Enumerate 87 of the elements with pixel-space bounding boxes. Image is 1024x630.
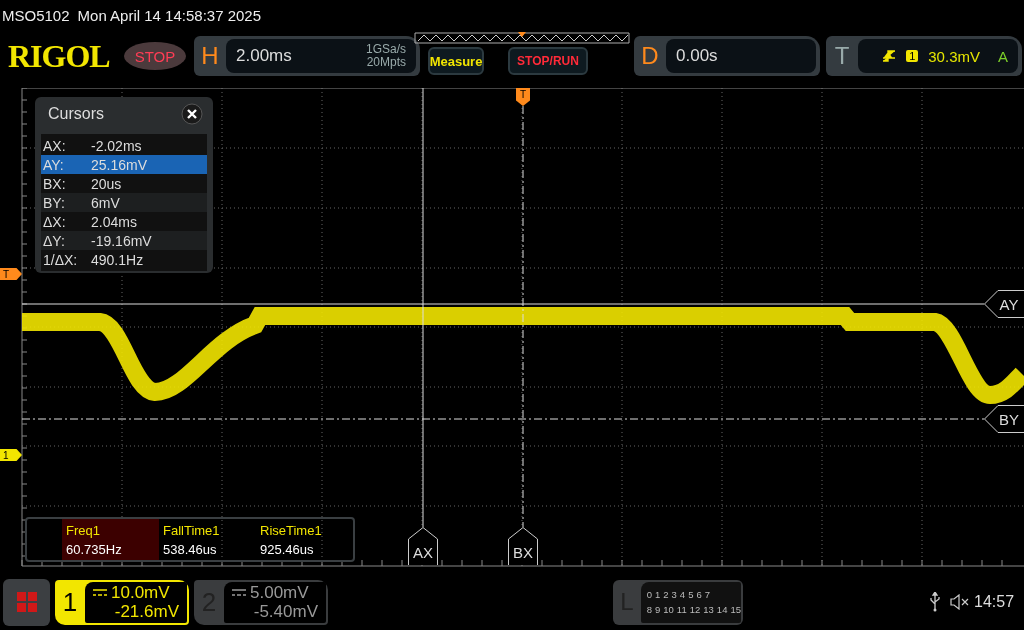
horizontal-panel[interactable]: H 2.00ms 1GSa/s 20Mpts <box>194 36 420 76</box>
measurement-value: 925.46us <box>260 541 315 557</box>
digital-channel-number: 6 <box>696 589 702 600</box>
cursor-reading-row[interactable]: ΔX: 2.04ms <box>41 212 207 231</box>
channel-panel[interactable]: 1 10.0mV -21.6mV <box>55 579 189 625</box>
cursor-label[interactable]: AY <box>984 290 1024 318</box>
rising-edge-icon <box>882 49 897 63</box>
panel-title: Cursors <box>48 105 104 123</box>
reading-label: BX: <box>43 175 67 192</box>
cursor-reading-row[interactable]: AX: -2.02ms <box>41 136 207 155</box>
menu-icon <box>15 591 38 613</box>
channel-offset: -5.40mV <box>252 602 318 621</box>
cursor-reading-row[interactable]: AY: 25.16mV <box>41 155 207 174</box>
measurement-item[interactable]: RiseTime1 925.46us <box>256 519 353 560</box>
cursor-reading-row[interactable]: BX: 20us <box>41 174 207 193</box>
digital-channel-number: 0 <box>646 589 652 600</box>
digital-channel-number: 3 <box>671 589 677 600</box>
measurement-item[interactable]: Freq1 60.735Hz <box>62 519 159 560</box>
trigger-source: 1 <box>906 50 919 62</box>
measurement-name: Freq1 <box>66 522 101 538</box>
channel-number: 1 <box>61 586 79 618</box>
reading-value: 490.1Hz <box>91 251 144 268</box>
measurement-value: 60.735Hz <box>66 541 123 557</box>
reading-label: ΔX: <box>43 213 67 230</box>
date-time: Mon April 14 14:58:37 2025 <box>77 6 262 24</box>
cursor-reading-row[interactable]: ΔY: -19.16mV <box>41 231 207 250</box>
reading-label: 1/ΔX: <box>43 251 79 268</box>
delay-panel[interactable]: D 0.00s <box>634 36 820 76</box>
trigger-level: 30.3mV <box>928 47 980 65</box>
trigger-position-marker: T <box>516 88 530 106</box>
brand-logo: RIGOL <box>8 37 111 75</box>
stop-run-button[interactable]: STOP/RUN <box>508 47 588 75</box>
trigger-label: T <box>833 42 851 70</box>
trigger-mode: A <box>998 47 1008 65</box>
reading-value: 25.16mV <box>91 156 148 173</box>
model-name: MSO5102 <box>2 6 70 24</box>
cursor-label[interactable]: BX <box>508 527 538 565</box>
reading-value: 6mV <box>91 194 120 211</box>
digital-channel-number: 4 <box>679 589 686 600</box>
dc-coupling-icon <box>232 588 246 597</box>
trigger-panel[interactable]: T 1 30.3mV A <box>826 36 1022 76</box>
reading-value: -19.16mV <box>91 232 152 249</box>
reading-value: -2.02ms <box>91 137 142 154</box>
measurement-value: 538.46us <box>163 541 218 557</box>
dc-coupling-icon <box>93 588 107 597</box>
sample-rate: 1GSa/s <box>365 43 406 56</box>
digital-channel-number: 14 <box>716 604 728 615</box>
measure-button[interactable]: Measure <box>428 47 484 75</box>
trigger-level-marker: T <box>0 268 22 280</box>
cursor-reading-row[interactable]: BY: 6mV <box>41 193 207 212</box>
reading-value: 2.04ms <box>91 213 137 230</box>
reading-value: 20us <box>91 175 122 192</box>
digital-channel-number: 15 <box>730 604 741 615</box>
memory-depth: 20Mpts <box>365 56 406 69</box>
reading-label: AX: <box>43 137 67 154</box>
digital-channel-number: 1 <box>654 589 661 600</box>
clock-time: 14:57 <box>974 593 1015 611</box>
speaker-muted-icon <box>950 594 970 610</box>
cursor-label[interactable]: AX <box>408 527 438 565</box>
channel-offset: -21.6mV <box>113 602 179 621</box>
digital-channel-number: 9 <box>654 604 661 615</box>
reading-label: ΔY: <box>43 232 66 249</box>
digital-channel-number: 10 <box>663 604 674 615</box>
digital-channel-number: 7 <box>704 589 710 600</box>
measurement-item[interactable]: FallTime1 538.46us <box>159 519 256 560</box>
reading-label: AY: <box>43 156 65 173</box>
measurement-name: FallTime1 <box>163 522 221 538</box>
delay-label: D <box>640 42 660 70</box>
digital-channel-number: 8 <box>646 604 652 615</box>
horizontal-label: H <box>200 42 220 70</box>
cursor-reading-row[interactable]: 1/ΔX: 490.1Hz <box>41 250 207 269</box>
menu-button[interactable] <box>3 578 50 626</box>
digital-channel-number: 12 <box>689 604 701 615</box>
channel-marker: 1 <box>0 449 22 461</box>
timebase-value: 2.00ms <box>236 46 292 66</box>
measurement-name: RiseTime1 <box>260 522 323 538</box>
cursor-label[interactable]: BY <box>984 405 1024 433</box>
close-icon[interactable] <box>181 103 203 125</box>
delay-value: 0.00s <box>676 46 718 66</box>
usb-icon <box>929 592 941 612</box>
channel-scale: 5.00mV <box>250 583 309 602</box>
digital-channel-number: 11 <box>676 604 687 615</box>
channel-scale: 10.0mV <box>111 583 170 602</box>
reading-label: BY: <box>43 194 66 211</box>
digital-channel-number: 2 <box>663 589 669 600</box>
digital-channel-number: 5 <box>688 589 694 600</box>
digital-channel-number: 13 <box>703 604 714 615</box>
